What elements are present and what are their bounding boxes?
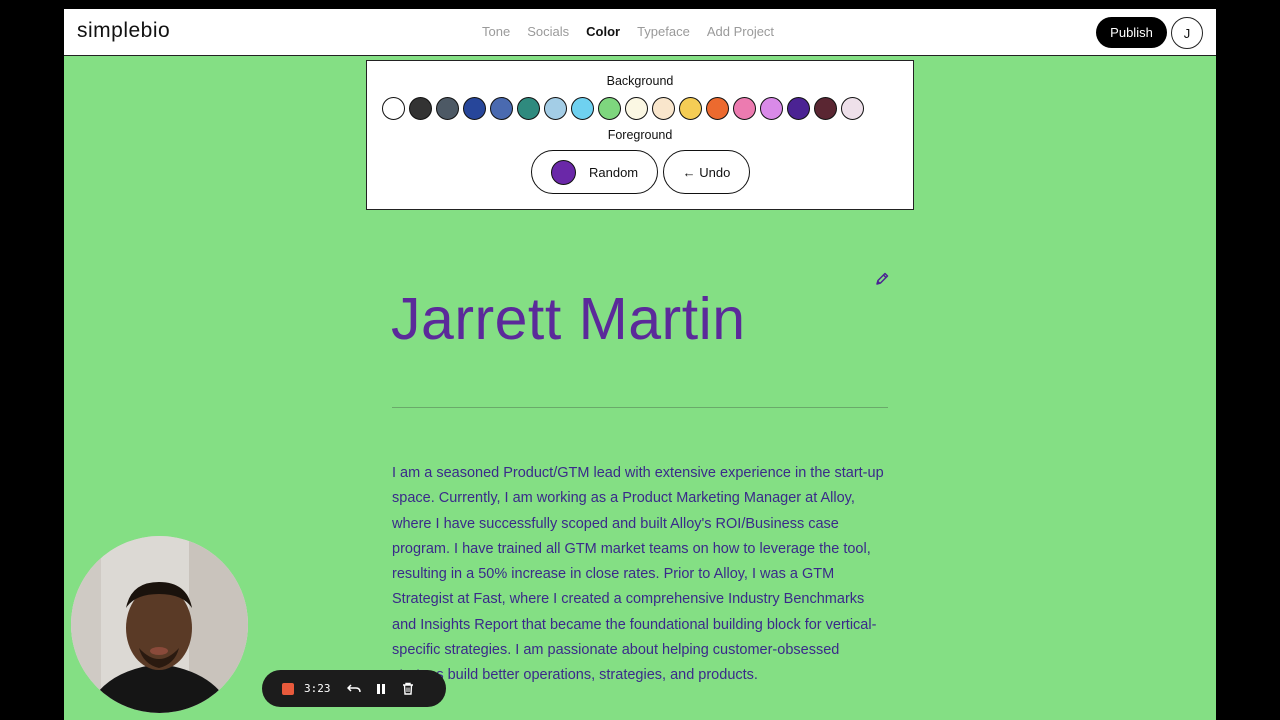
restart-icon[interactable] <box>346 683 361 695</box>
stop-recording-icon[interactable] <box>282 682 294 695</box>
foreground-label: Foreground <box>607 128 673 142</box>
color-panel: Background Foreground Random ← Undo <box>366 60 914 210</box>
avatar[interactable]: J <box>1171 17 1203 49</box>
delete-icon[interactable] <box>402 682 414 695</box>
nav-typeface[interactable]: Typeface <box>637 24 690 39</box>
background-swatch-14[interactable] <box>733 97 756 120</box>
undo-button[interactable]: ← Undo <box>663 150 750 194</box>
recording-controls: 3:23 <box>262 670 446 707</box>
background-swatches <box>382 97 864 120</box>
divider <box>392 407 888 408</box>
nav-tone[interactable]: Tone <box>482 24 510 39</box>
nav: Tone Socials Color Typeface Add Project <box>482 24 791 39</box>
background-label: Background <box>606 74 674 88</box>
profile-name[interactable]: Jarrett Martin <box>391 285 746 353</box>
background-swatch-10[interactable] <box>625 97 648 120</box>
presenter-video <box>71 536 248 713</box>
background-swatch-8[interactable] <box>571 97 594 120</box>
profile-bio[interactable]: I am a seasoned Product/GTM lead with ex… <box>392 461 892 689</box>
background-swatch-17[interactable] <box>814 97 837 120</box>
background-swatch-3[interactable] <box>436 97 459 120</box>
pause-icon[interactable] <box>375 683 387 695</box>
background-swatch-18[interactable] <box>841 97 864 120</box>
background-swatch-4[interactable] <box>463 97 486 120</box>
background-swatch-5[interactable] <box>490 97 513 120</box>
background-swatch-6[interactable] <box>517 97 540 120</box>
foreground-color-swatch <box>551 159 576 185</box>
nav-color[interactable]: Color <box>586 24 620 39</box>
background-swatch-16[interactable] <box>787 97 810 120</box>
background-swatch-9[interactable] <box>598 97 621 120</box>
random-button[interactable]: Random <box>531 150 658 194</box>
webcam-bubble <box>71 536 248 713</box>
nav-socials[interactable]: Socials <box>527 24 569 39</box>
background-swatch-12[interactable] <box>679 97 702 120</box>
background-swatch-2[interactable] <box>409 97 432 120</box>
nav-add-project[interactable]: Add Project <box>707 24 774 39</box>
logo: simplebio <box>77 19 171 42</box>
edit-pencil-icon[interactable] <box>874 271 890 287</box>
background-swatch-11[interactable] <box>652 97 675 120</box>
random-label: Random <box>589 164 639 180</box>
top-bar: simplebio Tone Socials Color Typeface Ad… <box>64 9 1216 56</box>
background-swatch-7[interactable] <box>544 97 567 120</box>
publish-button[interactable]: Publish <box>1096 17 1167 48</box>
recording-time: 3:23 <box>304 682 331 695</box>
background-swatch-1[interactable] <box>382 97 405 120</box>
background-swatch-15[interactable] <box>760 97 783 120</box>
background-swatch-13[interactable] <box>706 97 729 120</box>
